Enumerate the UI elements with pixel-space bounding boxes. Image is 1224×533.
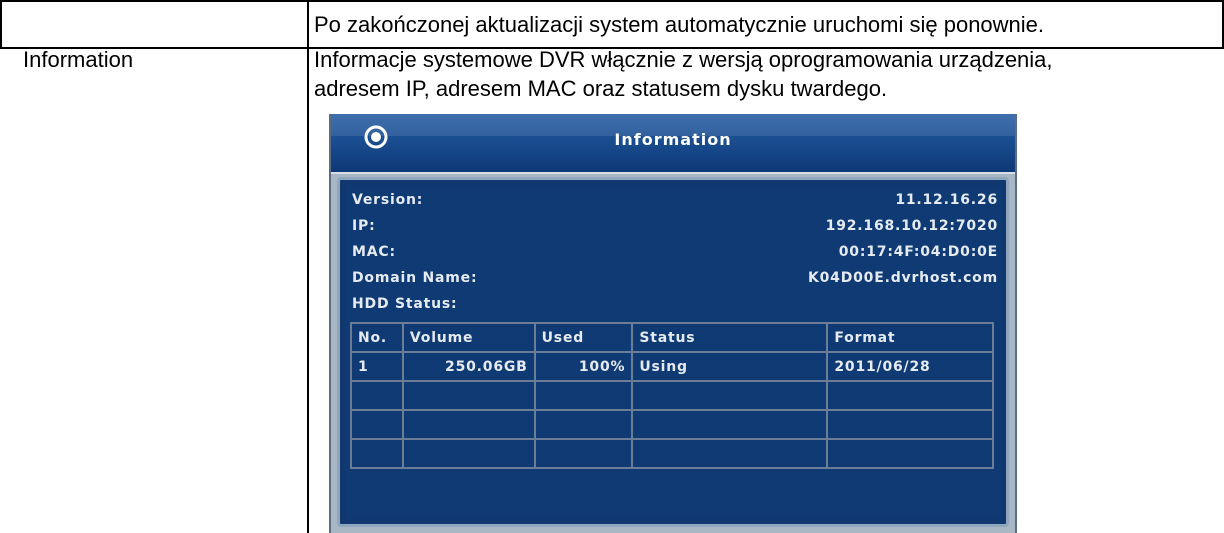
- table-row: [350, 438, 994, 469]
- cell-format: [826, 409, 994, 440]
- table-row: [350, 409, 994, 440]
- cell-format: 2011/06/28: [826, 351, 994, 382]
- cell-format: [826, 380, 994, 411]
- version-label: Version:: [352, 192, 424, 208]
- cell-status: Using: [631, 351, 829, 382]
- cell-no: 1: [350, 351, 404, 382]
- document-table: Po zakończonej aktualizacji system autom…: [0, 0, 1224, 533]
- cell-volume: 250.06GB: [401, 351, 536, 382]
- cell-status: [631, 438, 829, 469]
- cell-used: [533, 380, 634, 411]
- domain-value: K04D00E.dvrhost.com: [807, 270, 998, 286]
- table-border-left: [0, 0, 2, 49]
- cell-volume: [401, 380, 536, 411]
- cell-no: [350, 409, 404, 440]
- dvr-window-title: Information: [614, 130, 732, 149]
- table-row: 1 250.06GB 100% Using 2011/06/28: [350, 351, 994, 382]
- header-format: Format: [826, 322, 994, 353]
- ip-value: 192.168.10.12:7020: [825, 218, 998, 234]
- hdd-status-label: HDD Status:: [352, 296, 458, 312]
- cell-format: [826, 438, 994, 469]
- cell-no: [350, 438, 404, 469]
- cell-volume: [401, 409, 536, 440]
- version-row: Version: 11.12.16.26: [352, 192, 998, 216]
- cell-status: [631, 409, 829, 440]
- dvr-title-bar: Information: [331, 114, 1015, 174]
- cell-volume: [401, 438, 536, 469]
- cell-used: [533, 409, 634, 440]
- domain-row: Domain Name: K04D00E.dvrhost.com: [352, 270, 998, 294]
- hdd-status-row: HDD Status:: [352, 296, 998, 320]
- hdd-table-header: No. Volume Used Status Format: [350, 322, 994, 353]
- table-column-divider: [307, 0, 309, 533]
- description-line-2: adresem IP, adresem MAC oraz statusem dy…: [314, 76, 888, 101]
- mac-value: 00:17:4F:04:D0:0E: [838, 244, 998, 260]
- row-label-information: Information: [23, 47, 134, 72]
- hdd-status-table: No. Volume Used Status Format 1 250.06GB…: [350, 322, 994, 469]
- description-line-1: Informacje systemowe DVR włącznie z wers…: [314, 47, 1053, 72]
- mac-row: MAC: 00:17:4F:04:D0:0E: [352, 244, 998, 268]
- cell-status: [631, 380, 829, 411]
- domain-label: Domain Name:: [352, 270, 478, 286]
- update-note-text: Po zakończonej aktualizacji system autom…: [314, 12, 1045, 37]
- header-volume: Volume: [401, 322, 536, 353]
- table-border-top: [0, 0, 1224, 2]
- dvr-info-panel: Version: 11.12.16.26 IP: 192.168.10.12:7…: [337, 177, 1009, 527]
- cell-used: [533, 438, 634, 469]
- ip-label: IP:: [352, 218, 376, 234]
- mac-label: MAC:: [352, 244, 396, 260]
- header-no: No.: [350, 322, 404, 353]
- header-status: Status: [631, 322, 829, 353]
- version-value: 11.12.16.26: [895, 192, 998, 208]
- ip-row: IP: 192.168.10.12:7020: [352, 218, 998, 242]
- cell-used: 100%: [533, 351, 634, 382]
- table-row: [350, 380, 994, 411]
- dvr-information-screenshot: Information Version: 11.12.16.26 IP: 192…: [329, 114, 1017, 533]
- cell-no: [350, 380, 404, 411]
- header-used: Used: [533, 322, 634, 353]
